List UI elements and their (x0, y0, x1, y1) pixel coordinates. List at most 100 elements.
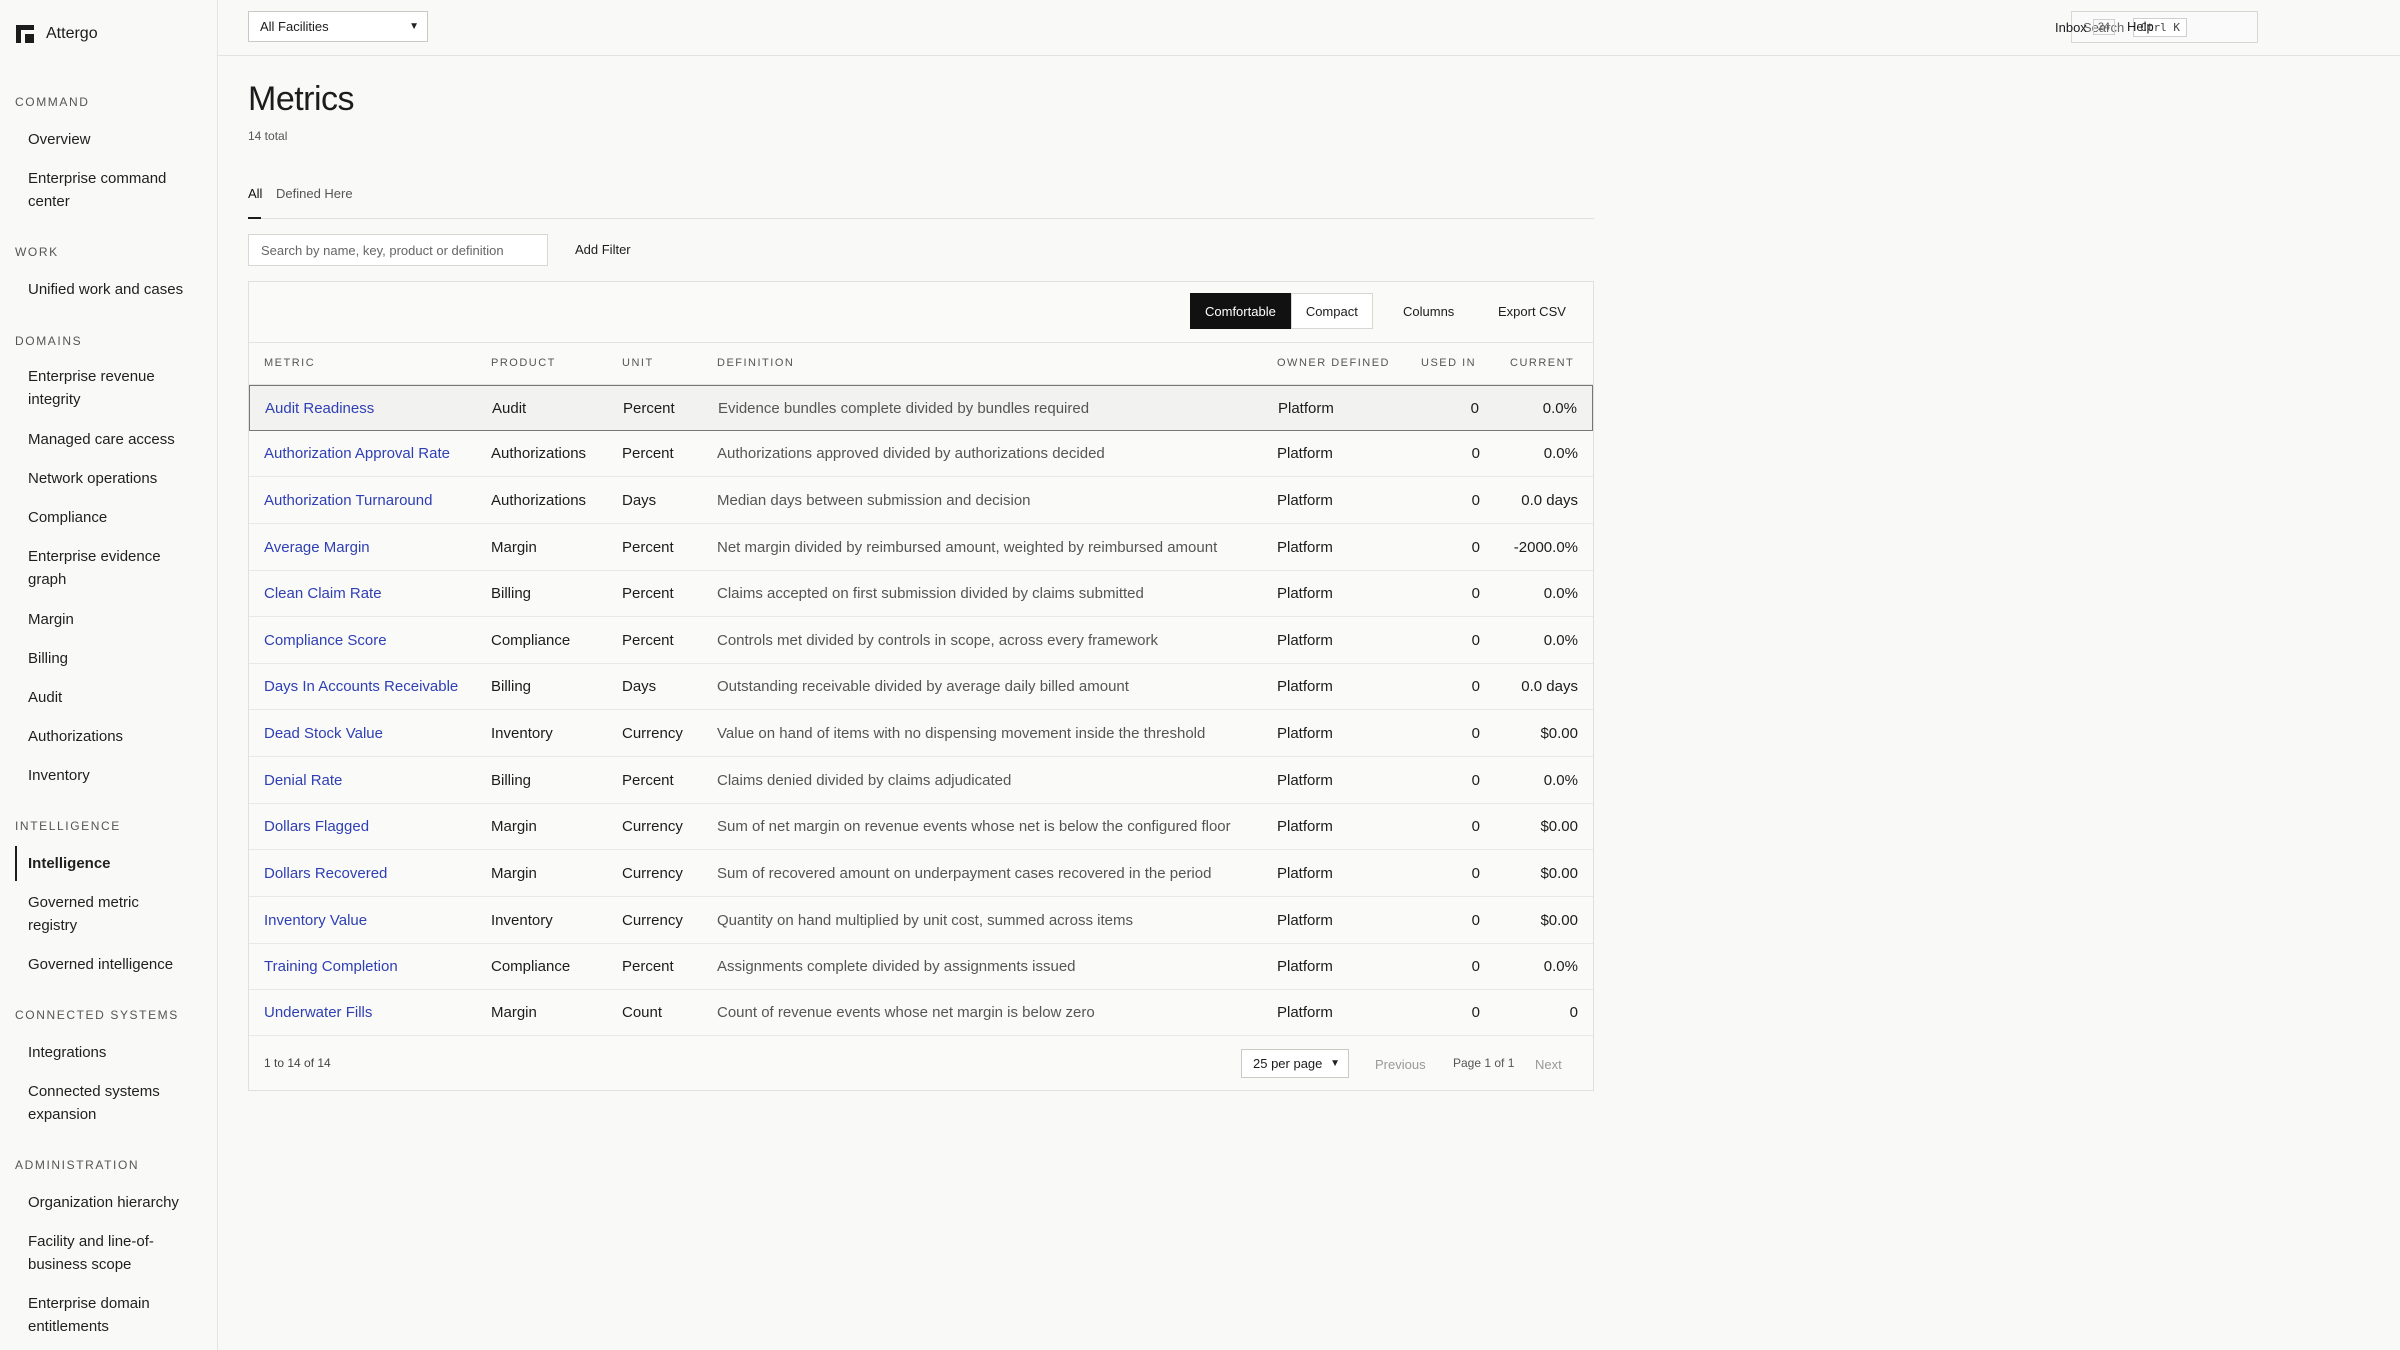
product-cell: Inventory (491, 912, 553, 929)
metric-name-link[interactable]: Underwater Fills (264, 1004, 372, 1021)
add-filter-button[interactable]: Add Filter (575, 242, 631, 257)
table-row[interactable]: Audit Readiness Audit Percent Evidence bund… (249, 385, 1593, 431)
definition-cell: Quantity on hand multiplied by unit cost… (717, 912, 1134, 929)
sidebar-item-enterprise-evidence-graph[interactable]: Enterprise evidence graph (28, 545, 188, 591)
table-row[interactable]: Inventory Value Inventory Currency Quantity… (249, 898, 1593, 944)
column-header-definition[interactable]: Definition (717, 357, 794, 369)
sidebar-item-billing[interactable]: Billing (28, 647, 188, 670)
definition-cell: Sum of recovered amount on underpayment … (717, 865, 1212, 882)
sidebar-item-connected-systems-expansion[interactable]: Connected systems expansion (28, 1080, 188, 1126)
unit-cell: Percent (622, 445, 674, 462)
tab-defined-here[interactable]: Defined Here (276, 186, 353, 201)
owner-defined-cell: Platform (1277, 632, 1333, 649)
table-row[interactable]: Days In Accounts Receivable Billing Days Ou… (249, 664, 1593, 710)
unit-cell: Percent (623, 400, 675, 417)
sidebar-item-enterprise-domain-entitlements[interactable]: Enterprise domain entitlements (28, 1292, 188, 1338)
metric-name-link[interactable]: Authorization Approval Rate (264, 445, 450, 462)
sidebar-item-overview[interactable]: Overview (28, 128, 188, 151)
inbox-button[interactable]: Inbox 24 (2055, 19, 2116, 35)
column-header-used-in[interactable]: Used In (1421, 357, 1476, 369)
used-in-cell: 0 (1471, 958, 1480, 975)
page-indicator: Page 1 of 1 (1453, 1056, 1515, 1070)
sidebar-item-audit[interactable]: Audit (28, 686, 188, 709)
used-in-cell: 0 (1471, 1004, 1480, 1021)
metric-name-link[interactable]: Dollars Recovered (264, 865, 387, 882)
previous-page-button[interactable]: Previous (1375, 1057, 1426, 1072)
sidebar-item-governed-metric-registry[interactable]: Governed metric registry (28, 891, 188, 937)
table-row[interactable]: Dollars Recovered Margin Currency Sum of re… (249, 851, 1593, 897)
column-header-current[interactable]: Current (1510, 357, 1574, 369)
help-button[interactable]: Help (2127, 19, 2154, 34)
sidebar-item-enterprise-command-center[interactable]: Enterprise command center (28, 167, 188, 213)
table-row[interactable]: Authorization Turnaround Authorizations Da… (249, 478, 1593, 524)
table-row[interactable]: Authorization Approval Rate Authorization… (249, 431, 1593, 477)
tab-all[interactable]: All (248, 186, 262, 201)
definition-cell: Count of revenue events whose net margin… (717, 1004, 1095, 1021)
metric-name-link[interactable]: Audit Readiness (265, 400, 374, 417)
table-row[interactable]: Average Margin Margin Percent Net margin di… (249, 525, 1593, 571)
sidebar-item-unified-work[interactable]: Unified work and cases (28, 278, 188, 301)
sidebar-item-integrations[interactable]: Integrations (28, 1041, 188, 1064)
metric-name-link[interactable]: Compliance Score (264, 632, 387, 649)
metric-name-link[interactable]: Clean Claim Rate (264, 585, 382, 602)
sidebar-item-governed-intelligence[interactable]: Governed intelligence (28, 953, 188, 976)
table-row[interactable]: Training Completion Compliance Percent Assi… (249, 944, 1593, 990)
nav-section-work: WORK (15, 245, 59, 259)
product-cell: Authorizations (491, 445, 587, 462)
owner-defined-cell: Platform (1277, 958, 1333, 975)
owner-defined-cell: Platform (1277, 772, 1333, 789)
inbox-label: Inbox (2055, 19, 2087, 35)
sidebar-item-network-operations[interactable]: Network operations (28, 467, 188, 490)
definition-cell: Controls met divided by controls in scop… (717, 632, 1159, 649)
column-header-product[interactable]: Product (491, 357, 556, 369)
current-value-cell: 0.0 days (1521, 678, 1578, 695)
metric-name-link[interactable]: Dollars Flagged (264, 818, 369, 835)
owner-defined-cell: Platform (1278, 400, 1334, 417)
per-page-select[interactable]: 25 per page ▼ (1241, 1049, 1349, 1078)
table-row[interactable]: Dollars Flagged Margin Currency Sum of net … (249, 804, 1593, 850)
column-header-owner-defined[interactable]: Owner Defined (1277, 357, 1390, 369)
comfortable-button[interactable]: Comfortable (1190, 293, 1291, 329)
sidebar-item-inventory[interactable]: Inventory (28, 764, 188, 787)
metric-name-link[interactable]: Days In Accounts Receivable (264, 678, 458, 695)
metric-name-link[interactable]: Denial Rate (264, 772, 342, 789)
sidebar-item-organization-hierarchy[interactable]: Organization hierarchy (28, 1191, 188, 1214)
sidebar-item-compliance[interactable]: Compliance (28, 506, 188, 529)
metric-name-link[interactable]: Inventory Value (264, 912, 367, 929)
attergo-logo-icon (16, 25, 34, 43)
facility-select[interactable]: All Facilities ▼ (248, 11, 428, 42)
unit-cell: Days (622, 678, 657, 695)
sidebar-item-facility-scope[interactable]: Facility and line-of-business scope (28, 1230, 188, 1276)
sidebar-item-managed-care-access[interactable]: Managed care access (28, 428, 188, 451)
product-cell: Compliance (491, 958, 571, 975)
unit-cell: Currency (622, 818, 683, 835)
sidebar-item-margin[interactable]: Margin (28, 608, 188, 631)
metric-name-link[interactable]: Authorization Turnaround (264, 492, 432, 509)
sidebar-item-intelligence[interactable]: Intelligence (28, 852, 188, 875)
definition-cell: Claims denied divided by claims adjudica… (717, 772, 1012, 789)
table-row[interactable]: Clean Claim Rate Billing Percent Claims acc… (249, 571, 1593, 617)
table-row[interactable]: Dead Stock Value Inventory Currency Value o… (249, 711, 1593, 757)
metric-name-link[interactable]: Average Margin (264, 539, 370, 556)
table-row[interactable]: Underwater Fills Margin Count Count of reve… (249, 990, 1593, 1036)
next-page-button[interactable]: Next (1535, 1057, 1562, 1072)
column-header-metric[interactable]: Metric (264, 357, 315, 369)
column-header-unit[interactable]: Unit (622, 357, 654, 369)
columns-button[interactable]: Columns (1403, 304, 1454, 319)
sidebar-item-enterprise-revenue-integrity[interactable]: Enterprise revenue integrity (28, 365, 188, 411)
metric-name-link[interactable]: Dead Stock Value (264, 725, 383, 742)
product-cell: Margin (491, 818, 537, 835)
table-row[interactable]: Denial Rate Billing Percent Claims denied d… (249, 758, 1593, 804)
current-value-cell: -2000.0% (1513, 539, 1578, 556)
brand[interactable]: Attergo (16, 25, 98, 43)
metric-search-input[interactable]: Search by name, key, product or definiti… (248, 234, 548, 266)
sidebar-item-authorizations[interactable]: Authorizations (28, 725, 188, 748)
table-row[interactable]: Compliance Score Compliance Percent Control… (249, 618, 1593, 664)
owner-defined-cell: Platform (1277, 539, 1333, 556)
compact-button[interactable]: Compact (1290, 293, 1373, 329)
current-value-cell: 0 (1569, 1004, 1578, 1021)
metric-name-link[interactable]: Training Completion (264, 958, 398, 975)
nav-section-command: COMMAND (15, 95, 90, 109)
owner-defined-cell: Platform (1277, 912, 1333, 929)
export-csv-button[interactable]: Export CSV (1498, 304, 1566, 319)
